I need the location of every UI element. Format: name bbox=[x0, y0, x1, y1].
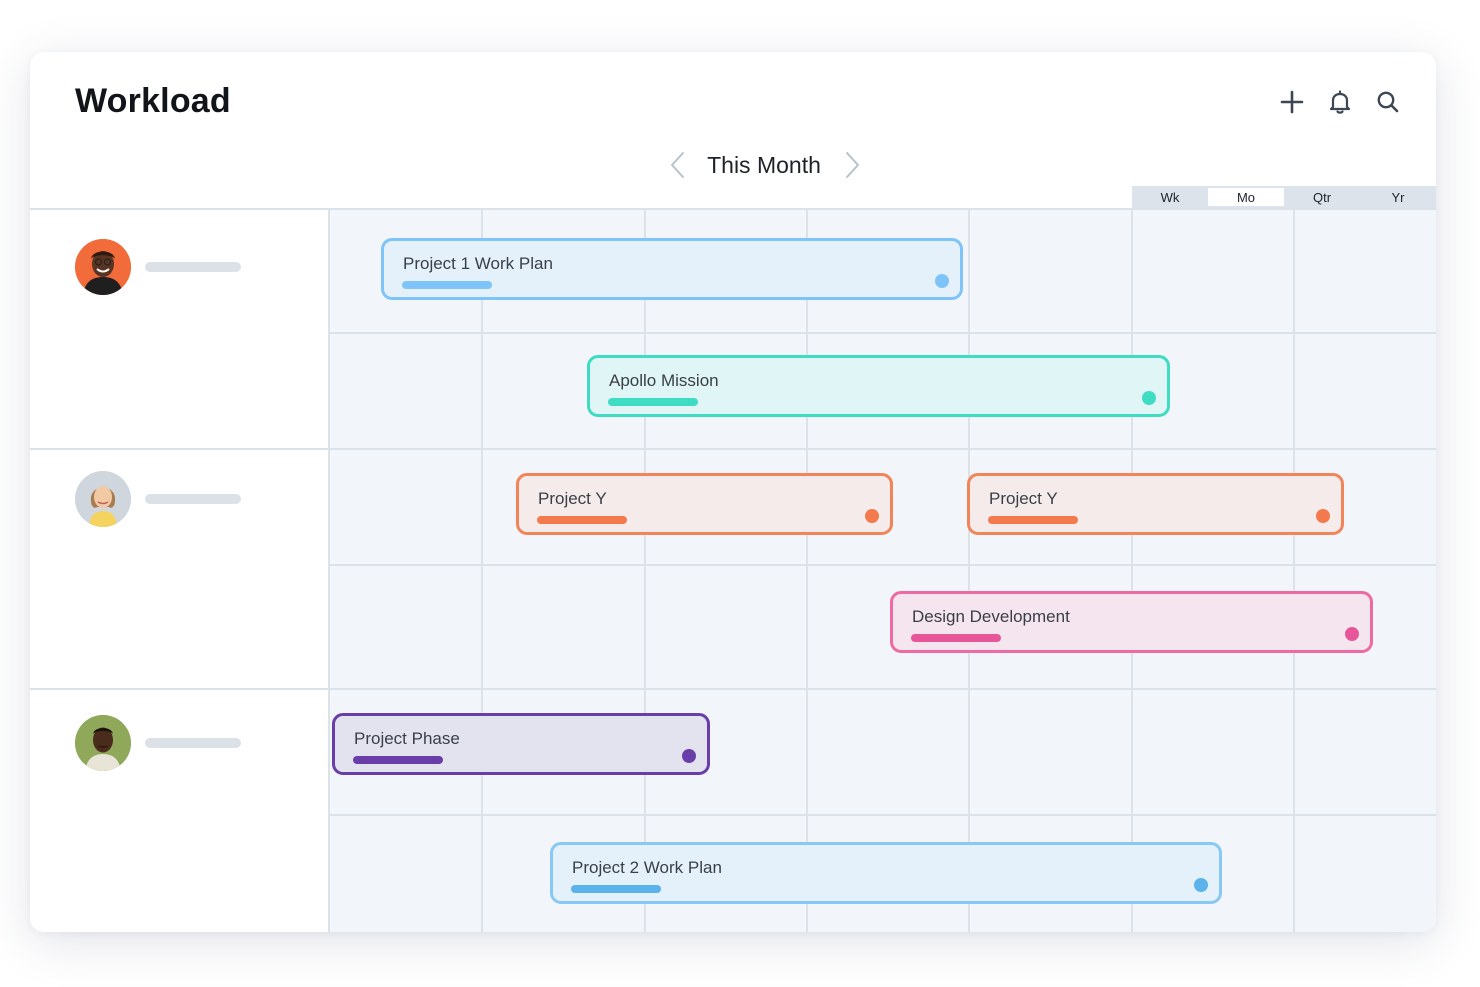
period-navigator: This Month bbox=[664, 147, 864, 183]
task-status-dot bbox=[1345, 627, 1359, 641]
task-status-dot bbox=[1142, 391, 1156, 405]
header-actions bbox=[1278, 88, 1402, 116]
task-progress-bar bbox=[402, 281, 492, 289]
chevron-right-icon[interactable] bbox=[842, 151, 864, 179]
divider bbox=[30, 688, 328, 690]
person-name-placeholder bbox=[145, 494, 241, 504]
task-progress-bar bbox=[608, 398, 698, 406]
page-title: Workload bbox=[75, 82, 231, 120]
task-label: Design Development bbox=[912, 607, 1070, 626]
column-divider bbox=[644, 210, 646, 932]
person-row[interactable] bbox=[75, 715, 241, 771]
task-card[interactable]: Project Phase bbox=[332, 713, 710, 775]
column-divider bbox=[1131, 210, 1133, 932]
column-divider bbox=[806, 210, 808, 932]
task-label: Apollo Mission bbox=[609, 371, 719, 390]
scale-option-quarter[interactable]: Qtr bbox=[1284, 186, 1360, 208]
divider bbox=[30, 448, 328, 450]
row-divider bbox=[330, 688, 1436, 690]
task-card[interactable]: Project Y bbox=[516, 473, 893, 535]
scale-option-month[interactable]: Mo bbox=[1208, 188, 1284, 206]
avatar bbox=[75, 239, 131, 295]
row-divider bbox=[330, 814, 1436, 816]
task-label: Project Y bbox=[989, 489, 1058, 508]
chevron-left-icon[interactable] bbox=[666, 151, 688, 179]
period-label: This Month bbox=[707, 151, 821, 178]
task-status-dot bbox=[935, 274, 949, 288]
add-icon[interactable] bbox=[1278, 88, 1306, 116]
time-scale-toggle: Wk Mo Qtr Yr bbox=[1132, 186, 1436, 208]
workload-card: Workload This Month Wk Mo Qtr Yr Project… bbox=[30, 52, 1436, 932]
task-card[interactable]: Project 1 Work Plan bbox=[381, 238, 963, 300]
column-divider bbox=[481, 210, 483, 932]
person-row[interactable] bbox=[75, 239, 241, 295]
task-card[interactable]: Design Development bbox=[890, 591, 1373, 653]
scale-option-week[interactable]: Wk bbox=[1132, 186, 1208, 208]
task-status-dot bbox=[1316, 509, 1330, 523]
row-divider bbox=[330, 564, 1436, 566]
task-label: Project Phase bbox=[354, 729, 460, 748]
column-divider bbox=[1293, 210, 1295, 932]
scale-option-year[interactable]: Yr bbox=[1360, 186, 1436, 208]
task-label: Project Y bbox=[538, 489, 607, 508]
task-progress-bar bbox=[537, 516, 627, 524]
row-divider bbox=[330, 448, 1436, 450]
bell-icon[interactable] bbox=[1326, 88, 1354, 116]
avatar bbox=[75, 471, 131, 527]
avatar bbox=[75, 715, 131, 771]
task-progress-bar bbox=[988, 516, 1078, 524]
task-label: Project 2 Work Plan bbox=[572, 858, 722, 877]
task-card[interactable]: Apollo Mission bbox=[587, 355, 1170, 417]
task-status-dot bbox=[682, 749, 696, 763]
task-card[interactable]: Project 2 Work Plan bbox=[550, 842, 1222, 904]
column-divider bbox=[968, 210, 970, 932]
task-card[interactable]: Project Y bbox=[967, 473, 1344, 535]
workload-grid: Project 1 Work Plan Apollo Mission Proje… bbox=[30, 208, 1436, 932]
person-name-placeholder bbox=[145, 262, 241, 272]
people-column bbox=[30, 210, 330, 932]
search-icon[interactable] bbox=[1374, 88, 1402, 116]
task-progress-bar bbox=[353, 756, 443, 764]
task-progress-bar bbox=[571, 885, 661, 893]
task-progress-bar bbox=[911, 634, 1001, 642]
person-row[interactable] bbox=[75, 471, 241, 527]
timeline-area bbox=[330, 210, 1436, 932]
task-status-dot bbox=[1194, 878, 1208, 892]
task-label: Project 1 Work Plan bbox=[403, 254, 553, 273]
person-name-placeholder bbox=[145, 738, 241, 748]
task-status-dot bbox=[865, 509, 879, 523]
row-divider bbox=[330, 332, 1436, 334]
